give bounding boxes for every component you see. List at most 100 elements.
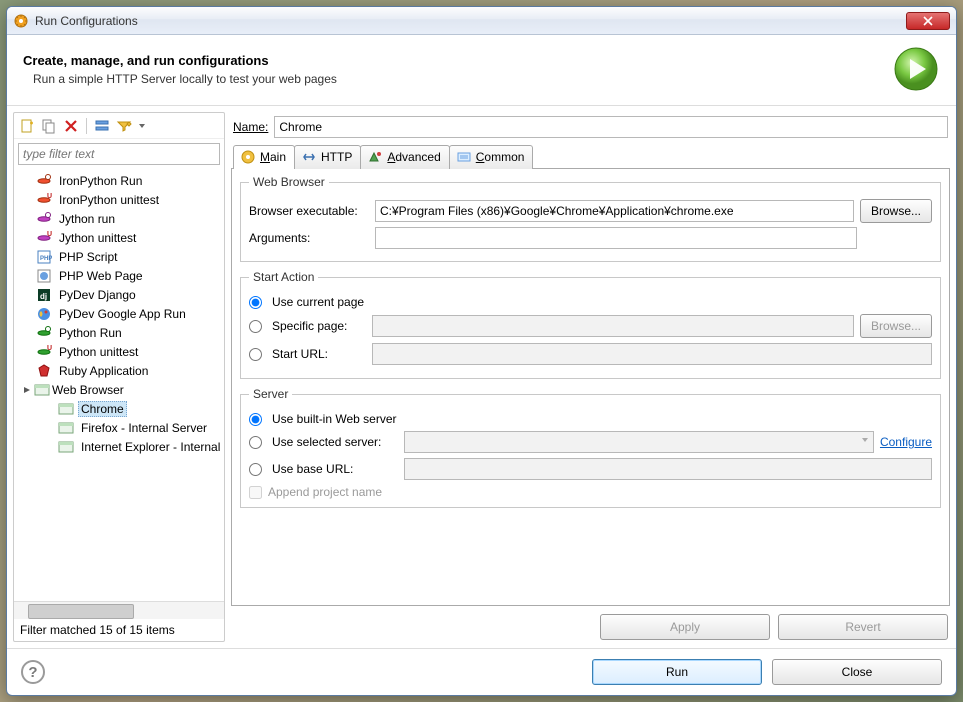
specific-page-input	[372, 315, 854, 337]
header: Create, manage, and run configurations R…	[7, 35, 956, 106]
configure-link[interactable]: Configure	[880, 435, 932, 449]
python-run-icon	[36, 325, 52, 341]
tree-item-web-browser[interactable]: Web Browser	[14, 380, 224, 399]
apply-button: Apply	[600, 614, 770, 640]
form-area: Web Browser Browser executable: Browse..…	[231, 169, 950, 606]
filter-dropdown-icon[interactable]	[137, 117, 147, 135]
tree-item[interactable]: PHPPHP Script	[14, 247, 224, 266]
advanced-tab-icon	[367, 149, 383, 165]
revert-button: Revert	[778, 614, 948, 640]
start-url-radio[interactable]	[249, 348, 262, 361]
django-icon: dj	[36, 287, 52, 303]
tree-item[interactable]: IronPython Run	[14, 171, 224, 190]
config-tree[interactable]: IronPython Run UIronPython unittest Jyth…	[14, 169, 224, 601]
common-tab-icon	[456, 149, 472, 165]
browse-page-button: Browse...	[860, 314, 932, 338]
exec-input[interactable]	[375, 200, 854, 222]
use-current-radio[interactable]	[249, 296, 262, 309]
main-tab-icon	[240, 149, 256, 165]
server-group: Server Use built-in Web server Use selec…	[240, 387, 941, 508]
tab-http[interactable]: HTTP	[294, 145, 361, 169]
tree-item-ie[interactable]: Internet Explorer - Internal Server	[14, 437, 224, 456]
left-panel: IronPython Run UIronPython unittest Jyth…	[13, 112, 225, 642]
use-current-label: Use current page	[272, 295, 364, 309]
filter-input[interactable]	[18, 143, 220, 165]
python-unittest-run-icon: U	[36, 344, 52, 360]
expand-triangle-icon[interactable]	[22, 385, 32, 395]
web-browser-group: Web Browser Browser executable: Browse..…	[240, 175, 941, 262]
help-icon[interactable]: ?	[21, 660, 45, 684]
tree-item-chrome[interactable]: Chrome	[14, 399, 224, 418]
svg-text:U: U	[47, 231, 52, 238]
browse-exec-button[interactable]: Browse...	[860, 199, 932, 223]
left-toolbar	[14, 113, 224, 139]
run-configurations-dialog: Run Configurations Create, manage, and r…	[6, 6, 957, 696]
selected-server-radio[interactable]	[249, 436, 262, 449]
builtin-server-label: Use built-in Web server	[272, 412, 397, 426]
svg-text:PHP: PHP	[40, 256, 52, 262]
python-unittest-icon: U	[36, 192, 52, 208]
base-url-label: Use base URL:	[272, 462, 398, 476]
tree-item[interactable]: Python Run	[14, 323, 224, 342]
duplicate-config-icon[interactable]	[40, 117, 58, 135]
delete-config-icon[interactable]	[62, 117, 80, 135]
tree-item[interactable]: PyDev Google App Run	[14, 304, 224, 323]
ruby-icon	[36, 363, 52, 379]
header-title: Create, manage, and run configurations	[23, 53, 892, 68]
apply-revert-row: Apply Revert	[231, 606, 950, 642]
run-button[interactable]: Run	[592, 659, 762, 685]
window-title: Run Configurations	[35, 14, 906, 28]
tab-common[interactable]: Common	[449, 145, 534, 169]
tree-item[interactable]: UJython unittest	[14, 228, 224, 247]
browser-group-icon	[34, 382, 50, 398]
start-url-label: Start URL:	[272, 347, 366, 361]
play-icon	[892, 45, 940, 93]
php-web-icon	[36, 268, 52, 284]
selected-server-label: Use selected server:	[272, 435, 398, 449]
tree-item[interactable]: PHP Web Page	[14, 266, 224, 285]
filter-menu-icon[interactable]	[115, 117, 133, 135]
server-legend: Server	[249, 387, 292, 401]
svg-text:U: U	[47, 345, 52, 352]
google-app-icon	[36, 306, 52, 322]
header-subtitle: Run a simple HTTP Server locally to test…	[33, 72, 892, 86]
footer: ? Run Close	[7, 648, 956, 695]
browser-config-icon	[58, 439, 74, 455]
collapse-all-icon[interactable]	[93, 117, 111, 135]
horizontal-scrollbar[interactable]	[14, 601, 224, 619]
tab-bar: Main HTTP Advanced Common	[231, 144, 950, 169]
start-action-legend: Start Action	[249, 270, 318, 284]
jython-unittest-icon: U	[36, 230, 52, 246]
new-config-icon[interactable]	[18, 117, 36, 135]
append-project-checkbox	[249, 486, 262, 499]
web-browser-legend: Web Browser	[249, 175, 329, 189]
combo-dropdown-icon	[861, 436, 869, 444]
server-combo	[404, 431, 874, 453]
specific-page-radio[interactable]	[249, 320, 262, 333]
append-project-label: Append project name	[268, 485, 382, 499]
exec-label: Browser executable:	[249, 204, 369, 218]
right-panel: Name: Main HTTP Advanced Comm	[231, 112, 950, 642]
builtin-server-radio[interactable]	[249, 413, 262, 426]
svg-text:U: U	[47, 193, 52, 200]
close-window-button[interactable]	[906, 12, 950, 30]
tab-main[interactable]: Main	[233, 145, 295, 169]
base-url-radio[interactable]	[249, 463, 262, 476]
name-input[interactable]	[274, 116, 948, 138]
start-url-input	[372, 343, 932, 365]
start-action-group: Start Action Use current page Specific p…	[240, 270, 941, 379]
jython-icon	[36, 211, 52, 227]
titlebar[interactable]: Run Configurations	[7, 7, 956, 35]
args-input[interactable]	[375, 227, 857, 249]
tree-item[interactable]: Jython run	[14, 209, 224, 228]
toolbar-separator	[86, 118, 87, 134]
close-button[interactable]: Close	[772, 659, 942, 685]
svg-text:dj: dj	[40, 292, 47, 301]
tree-item[interactable]: djPyDev Django	[14, 285, 224, 304]
tree-item[interactable]: UIronPython unittest	[14, 190, 224, 209]
browser-config-icon	[58, 420, 74, 436]
tree-item[interactable]: UPython unittest	[14, 342, 224, 361]
tree-item[interactable]: Ruby Application	[14, 361, 224, 380]
tab-advanced[interactable]: Advanced	[360, 145, 449, 169]
tree-item-firefox[interactable]: Firefox - Internal Server	[14, 418, 224, 437]
